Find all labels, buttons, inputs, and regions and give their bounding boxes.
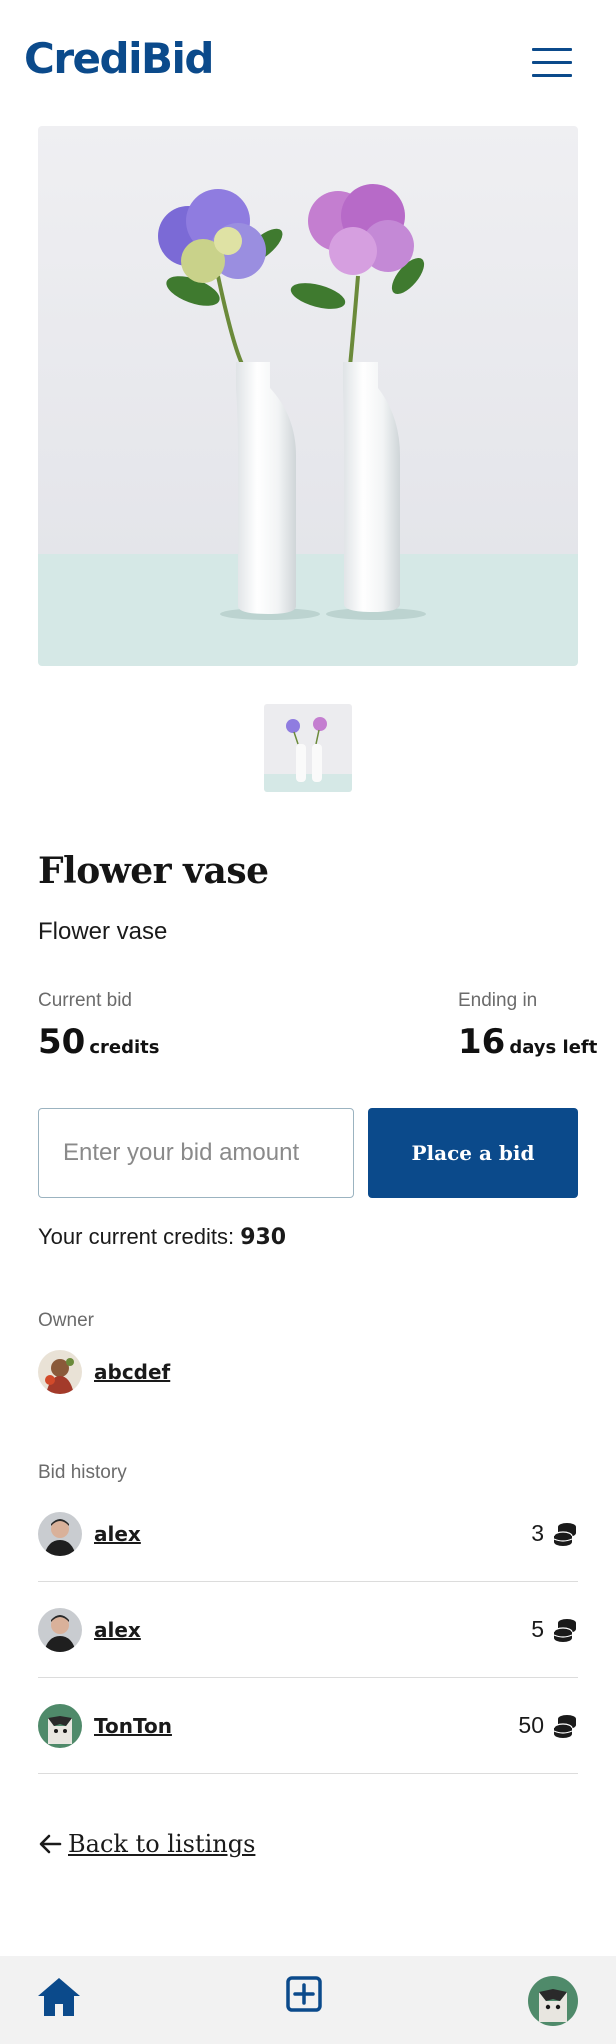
- owner-row: abcdef: [38, 1350, 170, 1394]
- ending-in-number: 16: [458, 1022, 506, 1062]
- current-bid-value: 50 credits: [38, 1022, 159, 1062]
- bidder-avatar[interactable]: [38, 1703, 82, 1748]
- current-credits-label: Your current credits:: [38, 1224, 235, 1249]
- ending-in-label: Ending in: [458, 990, 538, 1011]
- bid-history-label: Bid history: [38, 1462, 127, 1483]
- owner-label: Owner: [38, 1310, 94, 1331]
- add-listing-icon[interactable]: [286, 1976, 322, 2017]
- arrow-left-icon: [39, 1834, 62, 1854]
- logo[interactable]: CrediBid: [24, 34, 214, 83]
- bid-amount: 50: [518, 1712, 578, 1739]
- current-bid-label: Current bid: [38, 990, 132, 1011]
- coins-icon: [553, 1714, 576, 1738]
- ending-in-value: 16 days left: [458, 1022, 597, 1062]
- bidder-avatar[interactable]: [38, 1511, 82, 1556]
- profile-avatar[interactable]: [528, 1976, 578, 2026]
- home-icon[interactable]: [36, 1976, 82, 2023]
- listing-title: Flower vase: [38, 850, 269, 892]
- back-to-listings-label: Back to listings: [68, 1830, 256, 1858]
- bid-history-row: TonTon 50: [38, 1678, 578, 1774]
- bid-amount-value: 50: [518, 1712, 544, 1738]
- coins-icon: [553, 1522, 576, 1546]
- coins-icon: [553, 1618, 576, 1642]
- current-credits-value: 930: [240, 1225, 287, 1250]
- current-bid-unit: credits: [89, 1037, 160, 1058]
- bid-amount-value: 3: [531, 1520, 544, 1546]
- bid-amount-input[interactable]: [38, 1108, 354, 1198]
- bid-amount: 3: [531, 1520, 578, 1547]
- app-header: CrediBid: [0, 0, 616, 126]
- bottom-nav: [0, 1956, 616, 2044]
- listing-thumbnail[interactable]: [264, 704, 352, 792]
- current-credits: Your current credits: 930: [38, 1224, 286, 1250]
- ending-in-unit: days left: [509, 1037, 598, 1058]
- back-to-listings-link[interactable]: Back to listings: [38, 1830, 255, 1858]
- current-bid-number: 50: [38, 1022, 86, 1062]
- bid-history-row: alex 5: [38, 1582, 578, 1678]
- listing-main-image: [38, 126, 578, 666]
- hamburger-menu-icon[interactable]: [532, 44, 574, 80]
- bidder-username-link[interactable]: alex: [94, 1618, 141, 1642]
- listing-description: Flower vase: [38, 918, 168, 945]
- bidder-username-link[interactable]: alex: [94, 1522, 141, 1546]
- place-bid-button[interactable]: Place a bid: [368, 1108, 578, 1198]
- bid-amount-value: 5: [531, 1616, 544, 1642]
- bid-history-row: alex 3: [38, 1486, 578, 1582]
- bid-amount: 5: [531, 1616, 578, 1643]
- bidder-username-link[interactable]: TonTon: [94, 1714, 172, 1738]
- owner-avatar[interactable]: [38, 1350, 82, 1394]
- owner-username-link[interactable]: abcdef: [94, 1360, 170, 1384]
- bidder-avatar[interactable]: [38, 1607, 82, 1652]
